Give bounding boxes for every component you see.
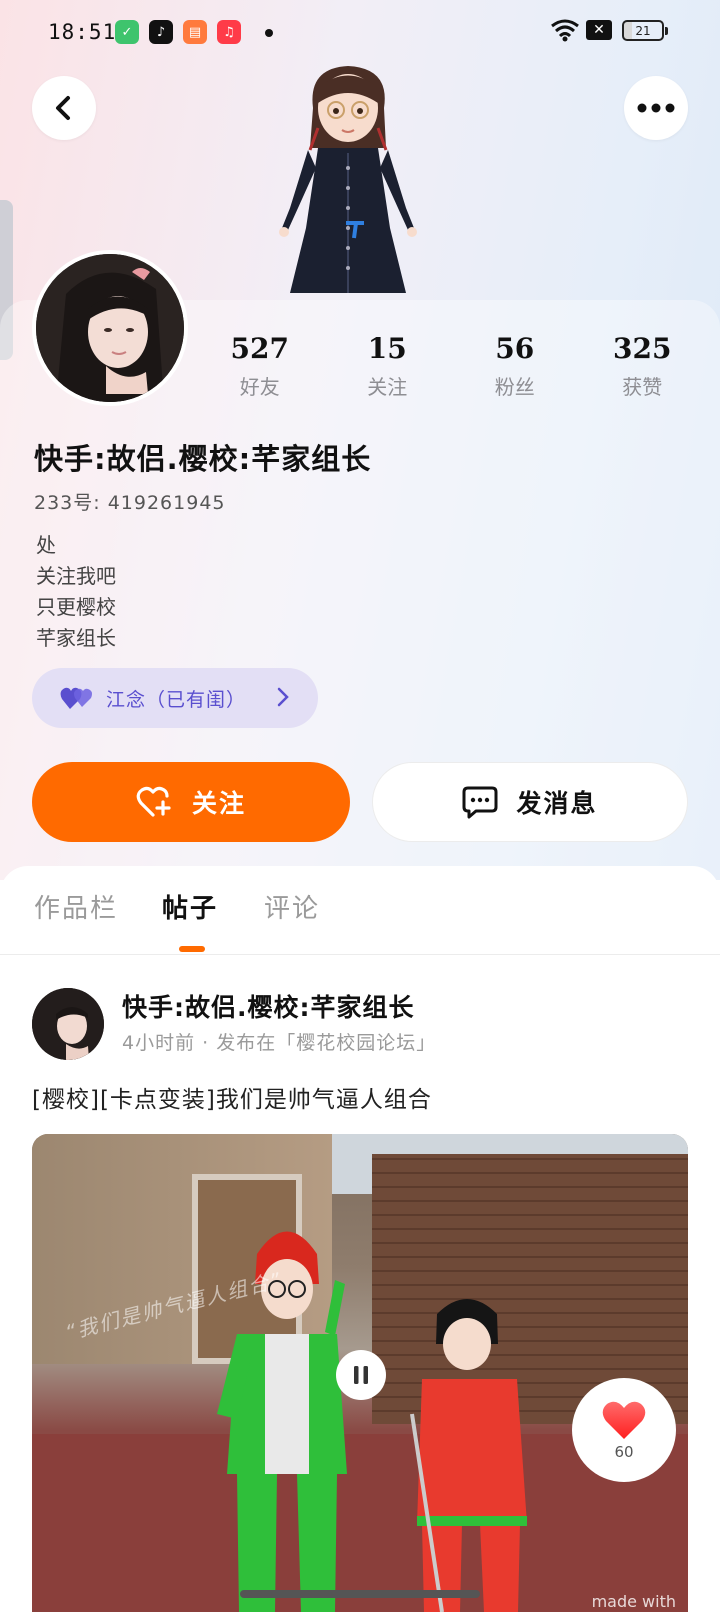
home-indicator[interactable] [240,1590,480,1598]
profile-photo [36,254,184,402]
stat-label: 粉丝 [494,375,535,399]
active-tab-indicator [179,946,205,952]
wifi-icon [551,19,579,42]
send-message-label: 发消息 [516,789,598,818]
profile-username: 快手:故侣.樱校:芊家组长 [34,442,372,476]
post-text[interactable]: [樱校][卡点变装]我们是帅气逼人组合 [32,1080,432,1114]
avatar-character-illustration [279,66,417,293]
post-author-avatar[interactable] [32,988,104,1060]
heart-plus-icon [136,785,174,819]
follow-button-label: 关注 [191,789,246,818]
send-message-button[interactable]: 发消息 [372,762,688,842]
family-relation-label: 江念（已有闺） [106,688,247,711]
status-bar: 18:51 ✓ ♪ ▤ ♫ ✕ 21 [0,0,720,66]
stat-value: 325 [613,332,672,365]
video-character-black-hair [410,1299,527,1612]
tiktok-app-icon: ♪ [149,20,173,44]
reader-app-icon: ▤ [183,20,207,44]
stat-label: 好友 [239,375,280,399]
pause-icon [354,1366,368,1384]
tab-comments[interactable]: 评论 [264,888,320,925]
heart-icon [602,1401,646,1439]
pause-button[interactable] [336,1350,386,1400]
bio-line: 处 [36,533,56,557]
video-made-with-label: made with [591,1592,676,1611]
no-sim-icon: ✕ [586,20,612,40]
chevron-right-icon [277,687,289,707]
profile-uid: 233号: 419261945 [34,492,226,514]
notification-dot-icon [265,29,273,37]
profile-stats: 527 好友 15 关注 56 粉丝 325 获赞 [196,332,706,400]
double-heart-icon [60,687,92,709]
stat-value: 527 [230,332,289,365]
post-author-photo [32,988,104,1060]
shop-app-icon: ✓ [115,20,139,44]
post-meta[interactable]: 4小时前 · 发布在「樱花校园论坛」 [122,1028,436,1055]
stat-value: 15 [367,332,407,365]
stat-label: 关注 [367,375,408,399]
family-relation-pill[interactable]: 江念（已有闺） [32,668,318,728]
like-count: 60 [614,1443,634,1461]
music-app-icon: ♫ [217,20,241,44]
post-author-name[interactable]: 快手:故侣.樱校:芊家组长 [122,988,415,1024]
battery-indicator: 21 [622,20,668,41]
chevron-left-icon [56,96,70,120]
profile-avatar[interactable] [32,250,188,406]
like-button[interactable]: 60 [572,1378,676,1482]
chat-bubble-icon [462,785,498,819]
tab-works[interactable]: 作品栏 [34,888,118,925]
follow-button[interactable]: 关注 [32,762,350,842]
stat-followers[interactable]: 56 粉丝 [451,332,579,400]
more-dots-icon [637,103,675,113]
stat-following[interactable]: 15 关注 [324,332,452,400]
bio-line: 关注我吧 [36,564,116,588]
stat-likes[interactable]: 325 获赞 [579,332,707,400]
tabs-divider [0,954,720,955]
more-button[interactable] [624,76,688,140]
stat-label: 获赞 [622,375,663,399]
stat-friends[interactable]: 527 好友 [196,332,324,400]
bio-line: 只更樱校 [36,595,116,619]
back-button[interactable] [32,76,96,140]
tab-posts[interactable]: 帖子 [162,888,218,925]
bio-line: 芊家组长 [36,626,116,650]
profile-bio: 处 关注我吧 只更樱校 芊家组长 [36,530,116,654]
status-time: 18:51 [48,20,117,44]
profile-tabs: 作品栏 帖子 评论 [0,888,720,954]
stat-value: 56 [495,332,535,365]
